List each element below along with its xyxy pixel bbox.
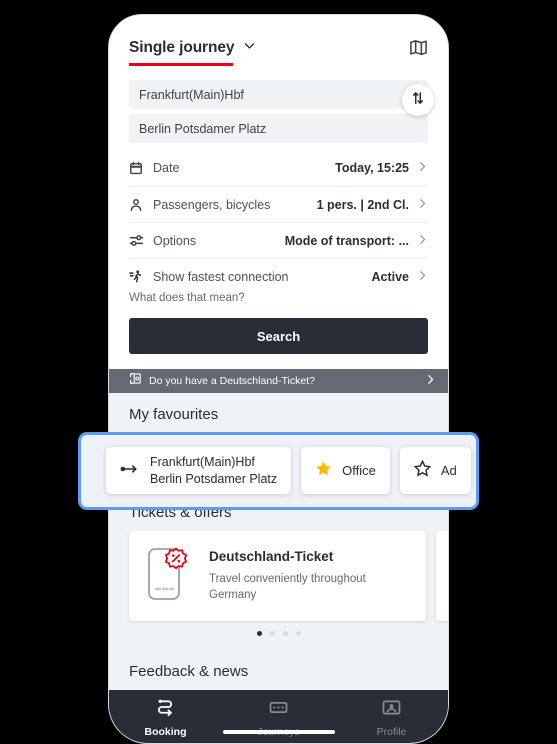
highlight-favourites-cards: Frankfurt(Main)Hbf Berlin Potsdamer Plat… xyxy=(106,447,471,494)
favourites-highlight-overlay: Frankfurt(Main)Hbf Berlin Potsdamer Plat… xyxy=(78,432,479,510)
highlight-favourite-office-card[interactable]: Office xyxy=(301,447,390,494)
option-label: Options xyxy=(153,233,197,248)
person-icon xyxy=(129,198,153,212)
route-arrow-icon xyxy=(120,462,139,480)
phone-frame: Single journey Frankfurt(Main)Hbf Berlin… xyxy=(108,14,449,744)
search-options-list: Date Today, 15:25 Passengers, bicycles 1… xyxy=(109,150,448,294)
highlight-route-text: Frankfurt(Main)Hbf Berlin Potsdamer Plat… xyxy=(150,454,277,487)
origin-value: Frankfurt(Main)Hbf xyxy=(139,87,244,102)
banner-text: Do you have a Deutschland-Ticket? xyxy=(149,375,315,387)
chevron-right-icon xyxy=(417,268,428,286)
booking-route-icon xyxy=(155,697,176,723)
chevron-right-icon xyxy=(417,232,428,250)
option-row-date[interactable]: Date Today, 15:25 xyxy=(129,150,428,186)
swap-stations-button[interactable] xyxy=(402,84,434,116)
screenshot-root: Single journey Frankfurt(Main)Hbf Berlin… xyxy=(0,0,557,744)
destination-value: Berlin Potsdamer Platz xyxy=(139,121,267,136)
ticket-card-next-peek[interactable] xyxy=(436,531,448,621)
sliders-icon xyxy=(129,233,153,248)
ticket-card-description: Travel conveniently throughout Germany xyxy=(209,572,366,601)
chevron-down-icon xyxy=(243,39,256,57)
ticket-card-title: Deutschland-Ticket xyxy=(209,548,334,564)
option-label: Passengers, bicycles xyxy=(153,197,271,212)
search-button[interactable]: Search xyxy=(129,318,428,354)
option-value: Mode of transport: ... xyxy=(284,233,409,248)
option-value: Active xyxy=(371,269,409,284)
feedback-title: Feedback & news xyxy=(129,663,249,680)
running-person-icon xyxy=(129,269,153,284)
highlight-favourite-label: Office xyxy=(342,463,376,478)
swap-vertical-icon xyxy=(411,91,425,110)
carousel-dot[interactable] xyxy=(295,631,301,636)
star-filled-icon xyxy=(315,460,332,482)
chevron-right-icon xyxy=(425,372,436,390)
destination-input[interactable]: Berlin Potsdamer Platz xyxy=(129,114,428,143)
tickets-carousel[interactable]: Deutschland-Ticket Travel conveniently t… xyxy=(109,531,448,627)
content-scroll-area[interactable]: Do you have a Deutschland-Ticket? My fav… xyxy=(109,369,448,690)
app-screen: Single journey Frankfurt(Main)Hbf Berlin… xyxy=(109,15,448,743)
what-does-that-mean-link[interactable]: What does that mean? xyxy=(109,292,448,304)
nav-item-profile[interactable]: Profile xyxy=(352,697,432,738)
ticket-scan-icon xyxy=(129,372,142,390)
option-row-options[interactable]: Options Mode of transport: ... xyxy=(129,222,428,258)
nav-item-booking[interactable]: Booking xyxy=(126,697,206,738)
home-indicator xyxy=(222,730,335,734)
search-button-wrap: Search xyxy=(109,304,448,354)
journey-type-selector[interactable]: Single journey xyxy=(129,39,256,66)
chevron-right-icon xyxy=(417,196,428,214)
star-outline-icon xyxy=(413,459,432,482)
feedback-section: Feedback & news xyxy=(109,650,448,690)
nav-label: Booking xyxy=(144,726,187,738)
option-value: 1 pers. | 2nd Cl. xyxy=(316,197,409,212)
option-value: Today, 15:25 xyxy=(335,161,409,175)
ticket-card-deutschland[interactable]: Deutschland-Ticket Travel conveniently t… xyxy=(129,531,426,621)
option-row-fastest-connection[interactable]: Show fastest connection Active xyxy=(129,258,428,294)
option-label: Show fastest connection xyxy=(153,269,289,284)
calendar-icon xyxy=(129,161,153,175)
ticket-card-text: Deutschland-Ticket Travel conveniently t… xyxy=(209,549,389,603)
map-icon[interactable] xyxy=(409,38,428,62)
highlight-favourite-add-card[interactable]: Ad xyxy=(399,447,471,494)
carousel-dot[interactable] xyxy=(269,631,275,636)
carousel-dots xyxy=(109,627,448,650)
highlight-favourite-label: Ad xyxy=(440,463,457,478)
nav-label: Profile xyxy=(376,726,407,738)
app-header: Single journey xyxy=(109,15,448,66)
station-inputs: Frankfurt(Main)Hbf Berlin Potsdamer Plat… xyxy=(109,62,448,143)
tickets-section: Tickets & offers Deutschland-Ticket Trav… xyxy=(109,491,448,650)
carousel-dot[interactable] xyxy=(282,631,288,636)
ticket-icon xyxy=(268,697,289,723)
option-row-passengers[interactable]: Passengers, bicycles 1 pers. | 2nd Cl. xyxy=(129,186,428,222)
bottom-nav-block: Booking Journeys xyxy=(109,690,448,743)
carousel-dot[interactable] xyxy=(256,631,262,636)
highlight-route-line1: Frankfurt(Main)Hbf xyxy=(150,455,255,470)
highlight-favourite-route-card[interactable]: Frankfurt(Main)Hbf Berlin Potsdamer Plat… xyxy=(106,447,292,494)
bottom-nav: Booking Journeys xyxy=(109,690,448,742)
highlight-route-line2: Berlin Potsdamer Platz xyxy=(150,471,278,486)
deutschland-ticket-banner[interactable]: Do you have a Deutschland-Ticket? xyxy=(109,369,448,393)
favourites-title: My favourites xyxy=(129,406,219,423)
phone-discount-icon xyxy=(143,543,195,610)
chevron-right-icon xyxy=(417,159,428,177)
option-label: Date xyxy=(153,161,180,175)
journey-type-label: Single journey xyxy=(129,39,235,56)
profile-card-icon xyxy=(381,697,402,723)
origin-input[interactable]: Frankfurt(Main)Hbf xyxy=(129,80,428,109)
